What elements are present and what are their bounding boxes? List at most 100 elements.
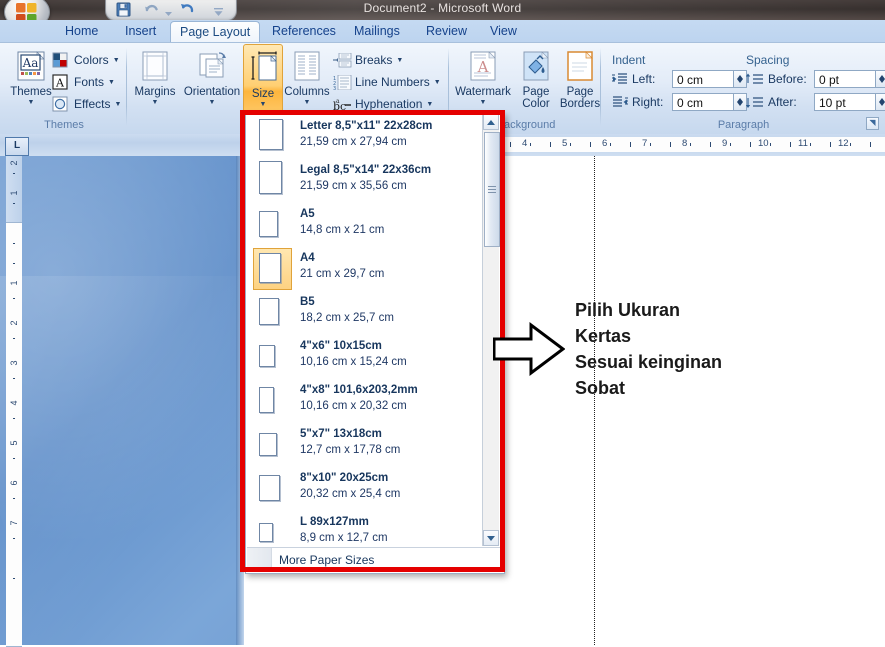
theme-colors-button[interactable]: Colors ▼ <box>52 50 120 71</box>
list-item[interactable]: 8"x10" 20x25cm 20,32 cm x 25,4 cm <box>247 466 481 510</box>
more-paper-sizes-label[interactable]: More Paper Sizes <box>279 553 374 567</box>
list-item[interactable]: Legal 8,5"x14" 22x36cm 21,59 cm x 35,56 … <box>247 158 481 202</box>
vertical-ruler[interactable]: 2 1 1 2 3 4 5 6 7 <box>6 156 22 647</box>
annotation-text: Pilih Ukuran Kertas Sesuai keinginan Sob… <box>575 297 875 401</box>
paper-size-title: 4"x8" 101,6x203,2mm <box>300 384 418 396</box>
scroll-down-arrow-icon[interactable] <box>483 530 499 546</box>
theme-effects-button[interactable]: Effects ▼ <box>52 94 121 115</box>
size-dropdown-icon[interactable]: ▼ <box>244 101 282 109</box>
paper-size-title: A5 <box>300 208 315 220</box>
paper-thumb-icon <box>259 211 278 237</box>
group-label-paragraph: Paragraph <box>717 119 770 131</box>
paper-size-title: L 89x127mm <box>300 516 369 528</box>
columns-dropdown-icon[interactable]: ▼ <box>282 99 332 107</box>
theme-fonts-button[interactable]: A Fonts ▼ <box>52 72 115 93</box>
line-numbers-dropdown-icon[interactable]: ▼ <box>434 79 441 86</box>
orientation-dropdown-icon[interactable]: ▼ <box>179 99 245 107</box>
list-item[interactable]: 4"x8" 101,6x203,2mm 10,16 cm x 20,32 cm <box>247 378 481 422</box>
save-icon[interactable] <box>116 2 131 17</box>
list-item[interactable]: 4"x6" 10x15cm 10,16 cm x 15,24 cm <box>247 334 481 378</box>
paragraph-dialog-launcher[interactable]: ◥ <box>866 117 879 130</box>
breaks-button[interactable]: Breaks ▼ <box>333 50 403 71</box>
line-numbers-label: Line Numbers <box>355 75 430 89</box>
themes-dropdown-icon[interactable]: ▼ <box>7 99 55 107</box>
svg-text:Aa: Aa <box>22 56 39 70</box>
page-borders-icon <box>567 51 593 86</box>
theme-effects-dropdown-icon[interactable]: ▼ <box>114 101 121 108</box>
tab-references[interactable]: References <box>263 22 345 42</box>
svg-text:A: A <box>55 77 65 90</box>
orientation-button[interactable]: Orientation ▼ <box>178 48 246 108</box>
annotation-line-1: Pilih Ukuran <box>575 300 681 320</box>
tab-home[interactable]: Home <box>56 22 107 42</box>
page-borders-button[interactable]: Page Borders <box>554 48 606 111</box>
margins-dropdown-icon[interactable]: ▼ <box>131 99 179 107</box>
theme-colors-dropdown-icon[interactable]: ▼ <box>113 57 120 64</box>
spacing-after-stepper[interactable] <box>876 93 885 111</box>
ribbon-tab-strip: Home Insert Page Layout References Maili… <box>0 20 885 43</box>
indent-left-label: Left: <box>632 72 656 86</box>
tab-review[interactable]: Review <box>417 22 476 42</box>
gallery-footer[interactable]: More Paper Sizes <box>247 547 502 572</box>
indent-left-input[interactable]: 0 cm <box>672 70 734 88</box>
columns-icon <box>294 51 320 86</box>
ribbon-group-themes: Aa Themes ▼ Colors ▼ A Fonts ▼ Effects ▼… <box>0 44 128 132</box>
quick-access-toolbar[interactable] <box>105 0 237 21</box>
undo-dropdown-icon[interactable] <box>164 5 173 16</box>
list-item[interactable]: Letter 8,5"x11" 22x28cm 21,59 cm x 27,94… <box>247 114 481 158</box>
watermark-dropdown-icon[interactable]: ▼ <box>453 99 513 107</box>
redo-icon[interactable] <box>180 2 195 17</box>
spacing-before-stepper[interactable] <box>876 70 885 88</box>
indent-right-input[interactable]: 0 cm <box>672 93 734 111</box>
paper-size-dims: 21,59 cm x 35,56 cm <box>300 180 407 192</box>
indent-heading: Indent <box>612 53 646 67</box>
themes-button[interactable]: Aa Themes ▼ <box>6 48 56 108</box>
customize-qat-icon[interactable] <box>213 5 224 16</box>
list-item[interactable]: 5"x7" 13x18cm 12,7 cm x 17,78 cm <box>247 422 481 466</box>
page-color-icon <box>523 51 549 86</box>
hyphenation-label: Hyphenation <box>355 97 423 111</box>
paper-size-title: 4"x6" 10x15cm <box>300 340 382 352</box>
spacing-after-input[interactable]: 10 pt <box>814 93 876 111</box>
list-item[interactable]: A5 14,8 cm x 21 cm <box>247 202 481 246</box>
margins-button[interactable]: Margins ▼ <box>130 48 180 108</box>
tab-mailings[interactable]: Mailings <box>345 22 409 42</box>
tab-stop-selector[interactable]: L <box>5 137 29 156</box>
scroll-up-arrow-icon[interactable] <box>483 114 499 130</box>
paper-size-dims: 8,9 cm x 12,7 cm <box>300 532 388 544</box>
spacing-heading: Spacing <box>746 53 790 67</box>
tab-insert[interactable]: Insert <box>116 22 165 42</box>
paper-size-gallery[interactable]: Letter 8,5"x11" 22x28cm 21,59 cm x 27,94… <box>245 112 505 574</box>
list-item[interactable]: L 89x127mm 8,9 cm x 12,7 cm <box>247 510 481 546</box>
theme-colors-label: Colors <box>74 53 109 67</box>
paper-thumb-icon <box>259 298 279 325</box>
right-arrow-callout-icon <box>492 322 566 376</box>
paper-thumb-icon <box>259 119 283 150</box>
line-numbers-button[interactable]: 1 2 3 Line Numbers ▼ <box>333 72 441 93</box>
tab-view[interactable]: View <box>481 22 526 42</box>
orientation-button-label: Orientation <box>183 86 241 98</box>
paper-size-list[interactable]: Letter 8,5"x11" 22x28cm 21,59 cm x 27,94… <box>247 114 481 546</box>
paper-thumb-icon <box>259 161 282 194</box>
indent-right-icon <box>612 96 628 114</box>
spacing-after-label: After: <box>768 95 797 109</box>
breaks-dropdown-icon[interactable]: ▼ <box>396 57 403 64</box>
word-window: Document2 - Microsoft Word Home Insert P… <box>0 0 885 647</box>
paper-thumb-icon <box>259 387 274 413</box>
columns-button[interactable]: Columns ▼ <box>281 48 333 108</box>
hyphenation-dropdown-icon[interactable]: ▼ <box>426 101 433 108</box>
list-item-selected[interactable]: A4 21 cm x 29,7 cm <box>247 246 481 290</box>
paper-size-dims: 20,32 cm x 25,4 cm <box>300 488 401 500</box>
theme-fonts-dropdown-icon[interactable]: ▼ <box>108 79 115 86</box>
list-item[interactable]: B5 18,2 cm x 25,7 cm <box>247 290 481 334</box>
svg-text:3: 3 <box>333 86 336 90</box>
tab-page-layout[interactable]: Page Layout <box>170 21 261 43</box>
theme-effects-icon <box>52 96 69 119</box>
paper-size-dims: 21,59 cm x 27,94 cm <box>300 136 407 148</box>
undo-icon[interactable] <box>144 2 159 17</box>
group-divider-3 <box>600 48 601 126</box>
watermark-button[interactable]: A Watermark ▼ <box>452 48 514 108</box>
scrollbar-thumb[interactable] <box>484 132 500 247</box>
scrollbar-grip-icon <box>488 186 496 193</box>
spacing-before-input[interactable]: 0 pt <box>814 70 876 88</box>
